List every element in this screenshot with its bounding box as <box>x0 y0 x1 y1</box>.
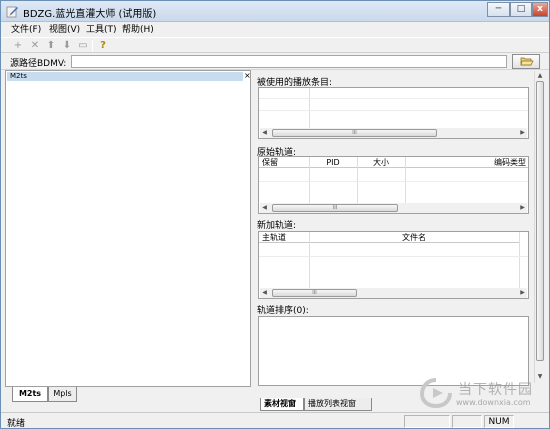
grid-line <box>259 256 528 257</box>
status-cell <box>452 415 482 428</box>
source-path-label: 源路径BDMV: <box>10 59 67 69</box>
column-header[interactable]: PID <box>309 157 357 168</box>
source-path-input[interactable] <box>71 55 507 68</box>
grid-line <box>259 181 528 182</box>
tab-m2ts[interactable]: M2ts <box>12 387 48 402</box>
scroll-left-icon[interactable]: ◀ <box>260 288 269 298</box>
watermark-text: 当下软件园 <box>458 382 533 398</box>
column-header[interactable]: 主轨道 <box>259 232 309 243</box>
move-down-icon[interactable]: ⬇ <box>60 39 74 53</box>
playlist-hscroll[interactable]: ◀ III ▶ <box>260 128 527 138</box>
grid-line <box>357 157 358 203</box>
column-header[interactable]: 编码类型 <box>405 157 528 168</box>
watermark-logo-icon <box>419 378 452 408</box>
move-up-icon[interactable]: ⬆ <box>44 39 58 53</box>
title-bar[interactable]: BDZG.蓝光直灌大师 (试用版) ─ □ x <box>1 1 549 22</box>
column-header[interactable]: 保留 <box>259 157 309 168</box>
folder-open-icon <box>520 57 534 66</box>
grid-line <box>309 88 310 128</box>
grid-line <box>309 157 310 203</box>
original-tracks-table[interactable]: 保留 PID 大小 编码类型 ◀ III ▶ <box>258 156 529 214</box>
help-icon[interactable]: ? <box>96 39 110 53</box>
scroll-down-icon[interactable]: ▼ <box>535 372 545 382</box>
new-tracks-hscroll[interactable]: ◀ III ▶ <box>260 288 527 298</box>
right-pane-vscroll[interactable]: ▲ ▼ <box>534 71 545 383</box>
toolbar: + ✕ ⬆ ⬇ ▭ ? <box>1 37 549 53</box>
new-tracks-label: 新加轨道: <box>257 221 297 231</box>
close-button[interactable]: x <box>532 2 548 17</box>
scroll-up-icon[interactable]: ▲ <box>535 71 545 81</box>
scroll-right-icon[interactable]: ▶ <box>518 203 527 213</box>
track-order-label: 轨道排序(0): <box>257 306 309 316</box>
grid-line <box>309 232 310 288</box>
app-icon <box>6 6 18 18</box>
menu-tools[interactable]: 工具(T) <box>85 23 118 37</box>
scroll-left-icon[interactable]: ◀ <box>260 203 269 213</box>
m2ts-list-header[interactable]: M2ts <box>7 72 243 81</box>
add-icon[interactable]: + <box>11 39 25 53</box>
scroll-right-icon[interactable]: ▶ <box>518 128 527 138</box>
menu-bar: 文件(F) 视图(V) 工具(T) 帮助(H) <box>1 23 549 37</box>
scroll-thumb[interactable]: III <box>272 204 398 212</box>
num-lock-indicator: NUM <box>484 415 514 428</box>
column-header[interactable]: 文件名 <box>309 232 519 243</box>
app-window: BDZG.蓝光直灌大师 (试用版) ─ □ x 文件(F) 视图(V) 工具(T… <box>0 0 550 429</box>
panel-close-icon[interactable]: × <box>244 71 251 81</box>
playlist-items-list[interactable]: ◀ III ▶ <box>258 87 529 139</box>
menu-file[interactable]: 文件(F) <box>10 23 42 37</box>
toolbar-separator <box>92 40 93 52</box>
grid-line <box>259 98 528 99</box>
column-header[interactable]: 大小 <box>357 157 405 168</box>
status-bar: 就绪 NUM <box>1 412 549 429</box>
maximize-button[interactable]: □ <box>510 2 532 17</box>
watermark-url: www.downxia.com <box>456 398 531 407</box>
tab-playlist-view[interactable]: 播放列表视窗 <box>304 398 372 411</box>
window-title: BDZG.蓝光直灌大师 (试用版) <box>23 9 157 20</box>
grid-line <box>259 110 528 111</box>
tab-material-view[interactable]: 素材视窗 <box>260 398 304 411</box>
film-icon[interactable]: ▭ <box>76 39 90 53</box>
tab-mpls[interactable]: Mpls <box>48 387 77 402</box>
status-text: 就绪 <box>7 419 26 429</box>
scroll-left-icon[interactable]: ◀ <box>260 128 269 138</box>
m2ts-panel: M2ts × <box>5 70 251 387</box>
scroll-thumb[interactable]: III <box>272 289 357 297</box>
grid-line <box>405 157 406 203</box>
minimize-button[interactable]: ─ <box>487 2 510 17</box>
remove-icon[interactable]: ✕ <box>28 39 42 53</box>
original-tracks-hscroll[interactable]: ◀ III ▶ <box>260 203 527 213</box>
menu-view[interactable]: 视图(V) <box>48 23 81 37</box>
browse-button[interactable] <box>512 54 540 69</box>
scroll-thumb[interactable]: III <box>272 129 437 137</box>
menu-help[interactable]: 帮助(H) <box>121 23 155 37</box>
track-order-list[interactable] <box>258 316 529 386</box>
new-tracks-table[interactable]: 主轨道 文件名 ◀ III ▶ <box>258 231 529 299</box>
status-cell <box>404 415 450 428</box>
scroll-thumb[interactable] <box>536 81 544 361</box>
scroll-right-icon[interactable]: ▶ <box>518 288 527 298</box>
source-path-row: 源路径BDMV: <box>1 54 549 70</box>
grid-line <box>519 232 520 288</box>
